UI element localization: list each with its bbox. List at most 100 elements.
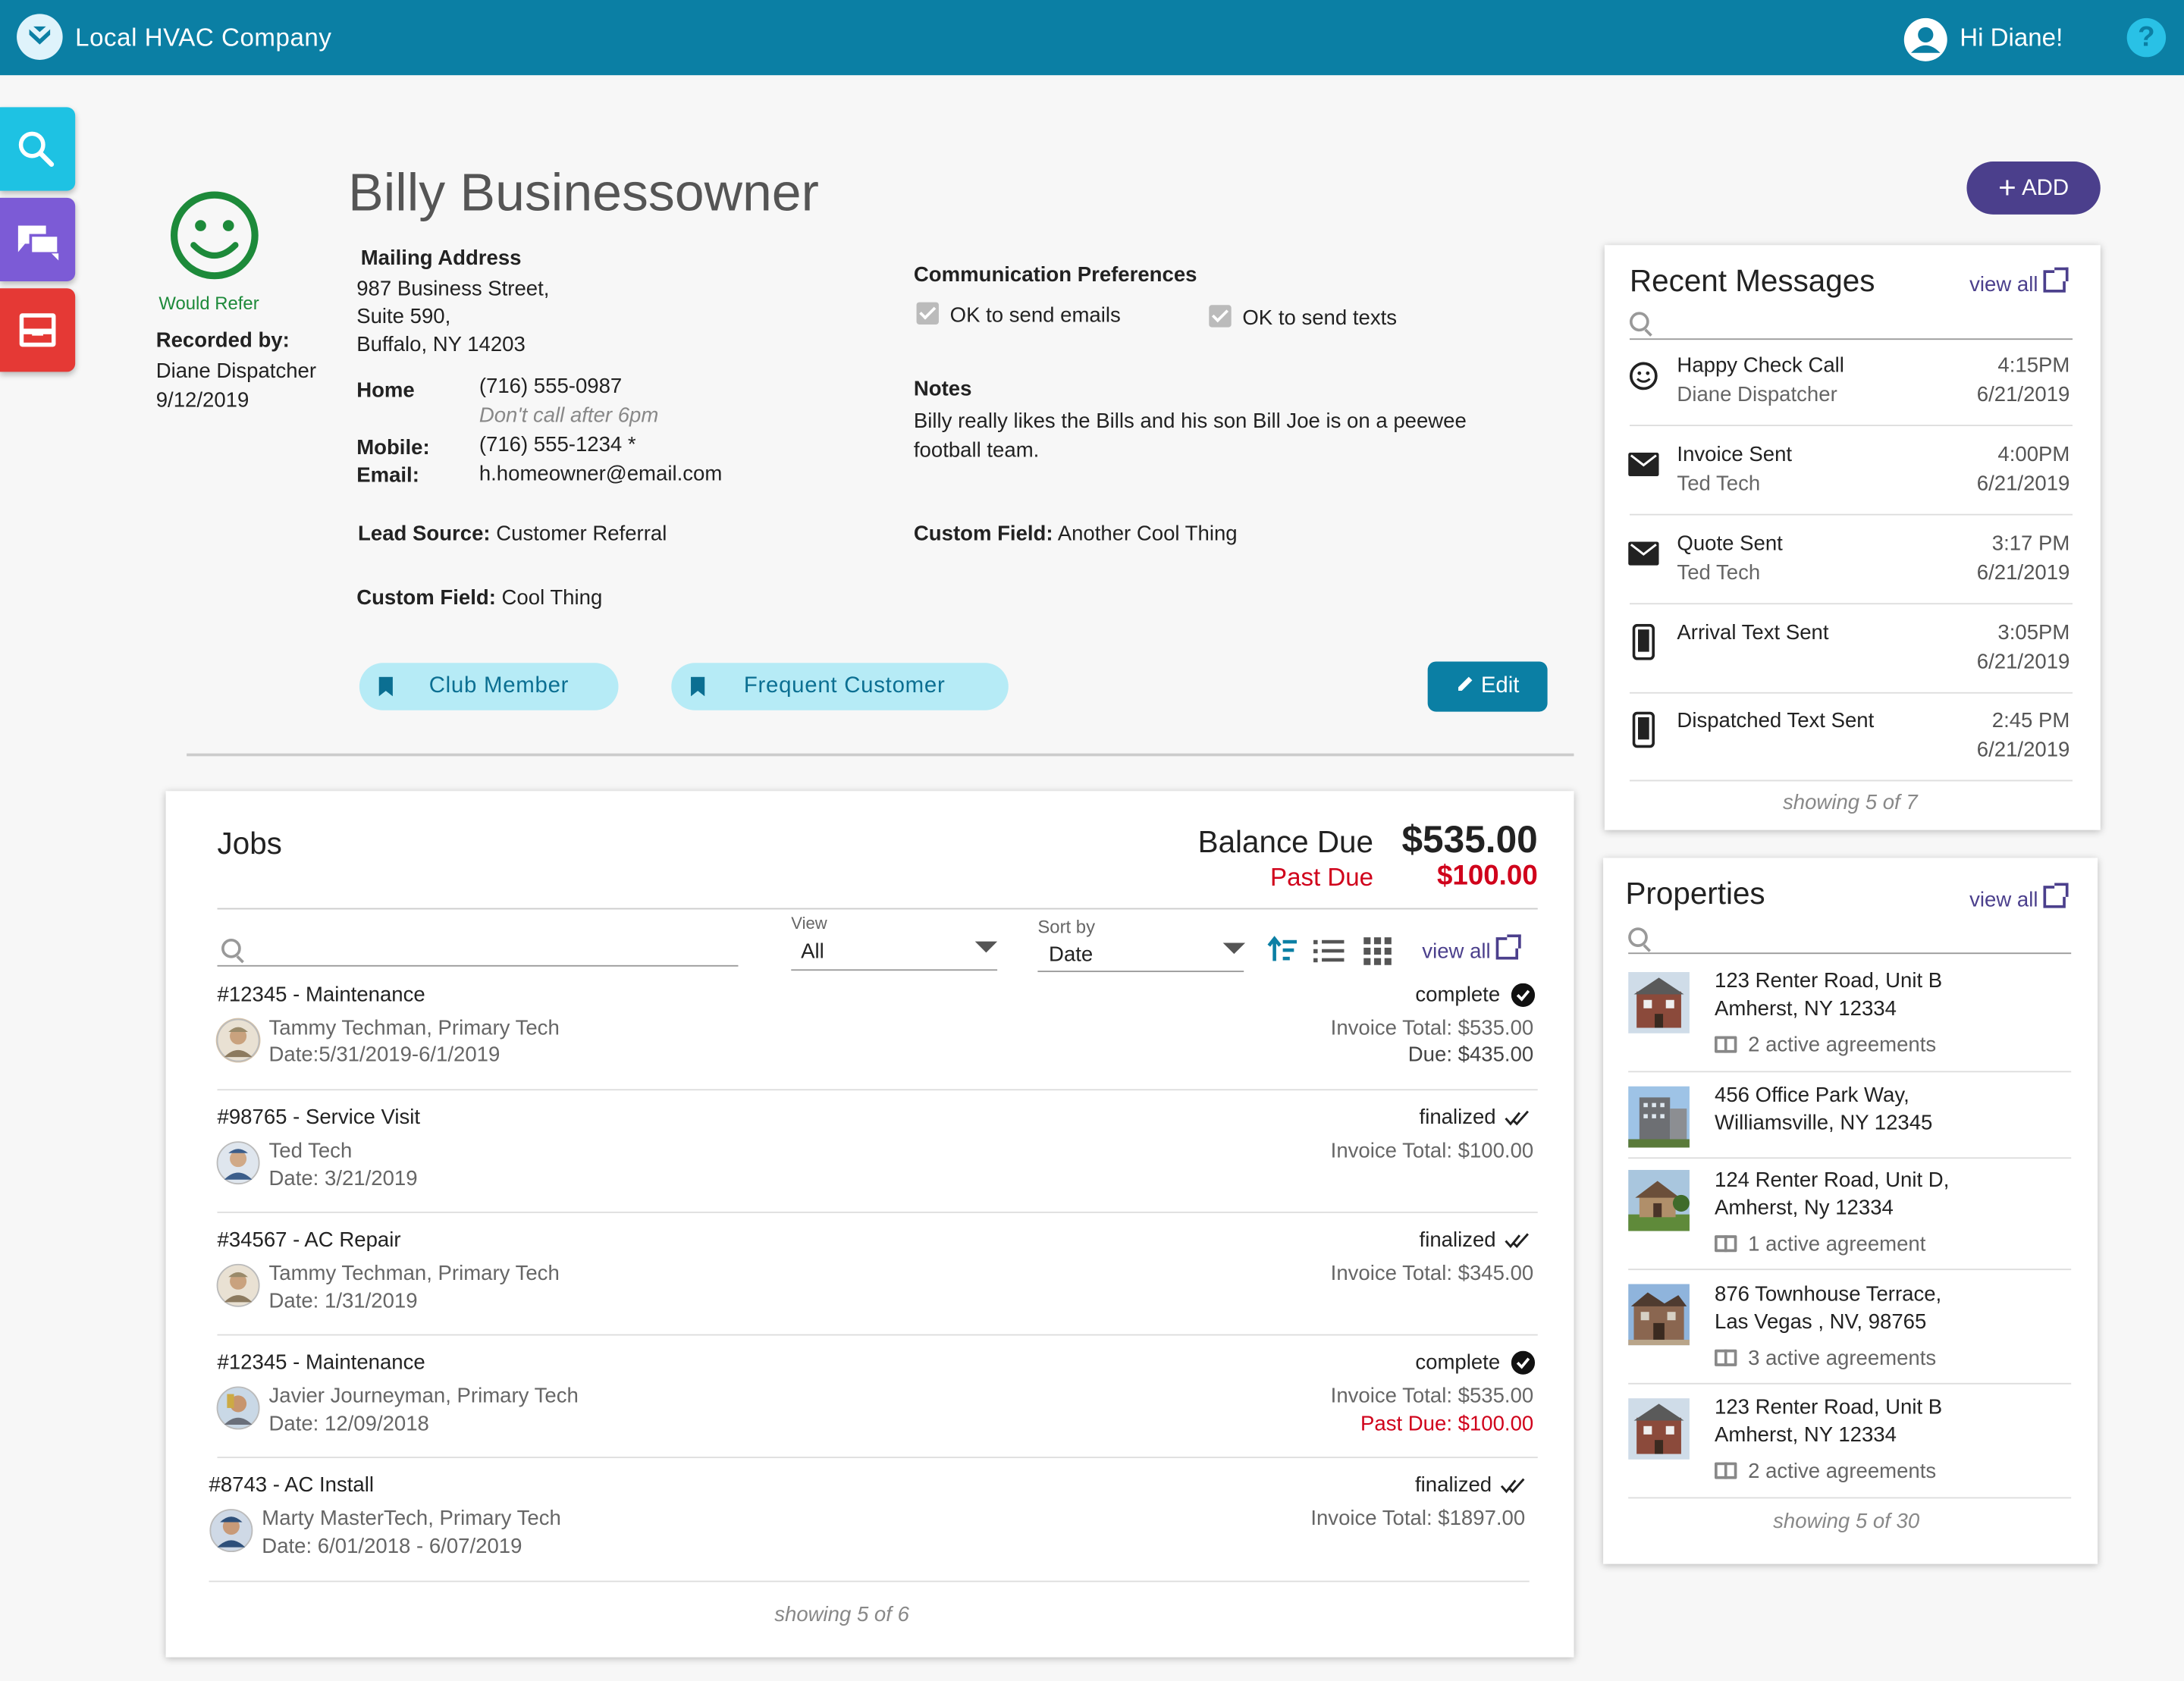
home-phone[interactable]: (716) 555-0987	[479, 375, 622, 398]
email-address[interactable]: h.homeowner@email.com	[479, 463, 722, 486]
sort-by-select[interactable]	[1037, 971, 1244, 973]
tag-label: Club Member	[428, 673, 570, 698]
job-status: finalized	[1415, 1473, 1492, 1498]
address-line: 987 Business Street,	[356, 277, 550, 301]
mobile-label: Mobile:	[356, 435, 430, 460]
message-date: 6/21/2019	[1976, 383, 2070, 407]
job-title[interactable]: #12345 - Maintenance	[218, 1351, 425, 1375]
book-icon	[1715, 1349, 1737, 1366]
company-logo-icon[interactable]	[17, 14, 63, 60]
envelope-icon	[1628, 452, 1659, 483]
custom-field-2-value: Another Cool Thing	[1057, 522, 1238, 546]
custom-field-1: Custom Field: Cool Thing	[356, 586, 602, 610]
ok-email-checkbox[interactable]: OK to send emails	[916, 302, 1121, 328]
user-greeting[interactable]: Hi Diane!	[1960, 24, 2063, 53]
mailing-address-label: Mailing Address	[360, 246, 522, 271]
notes-text: Billy really likes the Bills and his son…	[913, 409, 1467, 463]
job-due: Due: $435.00	[1407, 1043, 1534, 1067]
property-address-line1[interactable]: 124 Renter Road, Unit D,	[1715, 1168, 1949, 1192]
recorded-date: 9/12/2019	[155, 388, 249, 412]
list-view-icon[interactable]	[1313, 939, 1345, 971]
job-date: Date:5/31/2019-6/1/2019	[268, 1043, 500, 1067]
property-photo[interactable]	[1628, 1398, 1690, 1460]
job-title[interactable]: #12345 - Maintenance	[218, 983, 425, 1007]
balance-due-amount: $535.00	[1401, 818, 1538, 861]
property-address-line1[interactable]: 876 Townhouse Terrace,	[1715, 1283, 1941, 1306]
divider	[1629, 425, 2073, 427]
property-photo[interactable]	[1628, 1086, 1690, 1148]
property-photo[interactable]	[1628, 1284, 1690, 1346]
tag-label: Frequent Customer	[743, 673, 946, 698]
job-title[interactable]: #98765 - Service Visit	[218, 1106, 421, 1129]
inbox-nav-button[interactable]	[0, 288, 76, 372]
property-agreements: 3 active agreements	[1715, 1347, 1936, 1370]
lead-source-value: Customer Referral	[496, 522, 667, 546]
divider	[187, 753, 1574, 757]
view-filter-select[interactable]	[791, 969, 998, 971]
property-address-line1[interactable]: 456 Office Park Way,	[1715, 1084, 1909, 1107]
property-photo[interactable]	[1628, 1169, 1690, 1231]
messages-search-input[interactable]	[1629, 338, 2073, 340]
user-avatar-icon[interactable]	[1903, 17, 1947, 61]
search-nav-button[interactable]	[0, 107, 76, 191]
divider	[217, 908, 1538, 910]
past-due-label: Past Due	[1270, 863, 1374, 892]
jobs-card: Jobs Balance Due $535.00 Past Due $100.0…	[165, 791, 1574, 1657]
view-filter-value[interactable]: All	[801, 940, 824, 964]
edit-button[interactable]: Edit	[1427, 661, 1548, 712]
chat-nav-button[interactable]	[0, 197, 76, 282]
chevron-down-icon[interactable]	[1222, 942, 1246, 955]
message-sender: Ted Tech	[1677, 561, 1761, 585]
job-date: Date: 12/09/2018	[268, 1412, 429, 1436]
mobile-phone[interactable]: (716) 555-1234 *	[479, 433, 636, 456]
invoice-total: Invoice Total: $1897.00	[1310, 1507, 1526, 1531]
edit-label: Edit	[1480, 673, 1520, 698]
view-all-label: view all	[1969, 272, 2038, 297]
messages-view-all-link[interactable]: view all	[1969, 267, 2069, 297]
message-title[interactable]: Quote Sent	[1677, 532, 1782, 556]
property-agreements: 2 active agreements	[1715, 1033, 1936, 1057]
search-icon	[1629, 312, 1649, 332]
job-tech: Tammy Techman, Primary Tech	[268, 1016, 560, 1041]
plus-icon: +	[1998, 170, 2016, 205]
phone-icon	[1632, 623, 1655, 667]
home-phone-note: Don't call after 6pm	[479, 403, 659, 428]
jobs-search-input[interactable]	[217, 964, 739, 967]
invoice-total: Invoice Total: $535.00	[1330, 1016, 1534, 1041]
invoice-total: Invoice Total: $345.00	[1330, 1262, 1534, 1286]
tag-frequent-customer[interactable]: Frequent Customer	[671, 663, 1009, 710]
chevron-down-icon[interactable]	[974, 941, 998, 953]
agreements-label: 3 active agreements	[1748, 1347, 1937, 1371]
sort-by-value[interactable]: Date	[1049, 942, 1093, 966]
message-sender: Ted Tech	[1677, 472, 1761, 496]
properties-search-input[interactable]	[1628, 952, 2072, 955]
help-icon[interactable]: ?	[2126, 17, 2167, 58]
message-title[interactable]: Happy Check Call	[1677, 354, 1844, 378]
properties-view-all-link[interactable]: view all	[1969, 883, 2069, 912]
invoice-total: Invoice Total: $535.00	[1330, 1384, 1534, 1408]
add-button[interactable]: + ADD	[1966, 162, 2101, 215]
divider	[209, 1580, 1530, 1582]
message-title[interactable]: Arrival Text Sent	[1677, 621, 1828, 644]
message-title[interactable]: Invoice Sent	[1677, 443, 1792, 466]
custom-field-1-label: Custom Field:	[356, 586, 496, 610]
mailing-address: 987 Business Street, Suite 590, Buffalo,…	[356, 276, 549, 359]
property-photo[interactable]	[1628, 972, 1690, 1033]
ok-text-checkbox[interactable]: OK to send texts	[1209, 305, 1397, 330]
divider	[217, 1089, 1538, 1091]
message-date: 6/21/2019	[1976, 472, 2070, 496]
property-address-line1[interactable]: 123 Renter Road, Unit B	[1715, 1395, 1942, 1419]
recent-messages-title: Recent Messages	[1629, 263, 1875, 299]
property-address-line1[interactable]: 123 Renter Road, Unit B	[1715, 969, 1942, 993]
grid-view-icon[interactable]	[1363, 937, 1392, 972]
email-label: Email:	[356, 463, 419, 488]
job-title[interactable]: #34567 - AC Repair	[218, 1228, 401, 1252]
tag-club-member[interactable]: Club Member	[359, 663, 619, 710]
job-status: complete	[1415, 1350, 1501, 1375]
agreements-label: 2 active agreements	[1748, 1033, 1937, 1058]
jobs-view-all-link[interactable]: view all	[1422, 934, 1522, 964]
job-title[interactable]: #8743 - AC Install	[209, 1473, 374, 1497]
message-title[interactable]: Dispatched Text Sent	[1677, 709, 1874, 732]
sort-ascending-icon[interactable]	[1267, 936, 1298, 971]
avatar	[215, 1018, 261, 1063]
